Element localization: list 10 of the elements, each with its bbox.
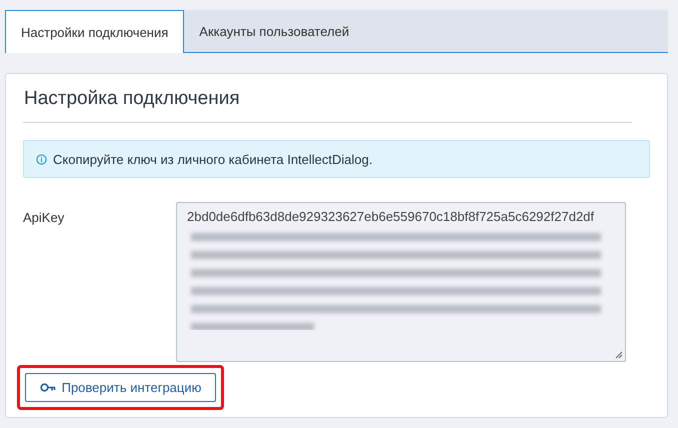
info-text: Скопируйте ключ из личного кабинета IntellectDialog.	[53, 152, 372, 166]
tab[interactable]: Настройки подключения	[5, 10, 184, 53]
info-icon	[36, 154, 47, 164]
tab[interactable]: Аккаунты пользователей	[184, 10, 364, 52]
field-label: ApiKey	[23, 209, 66, 227]
check-integration-button[interactable]: Проверить интеграцию	[25, 373, 216, 402]
panel-title: Настройка подключения	[23, 88, 632, 123]
api-key-field[interactable]: 2bd0de6dfb63d8de929323627eb6e559670c18bf8f725a5c6292f27d2df	[176, 202, 626, 362]
key-icon	[40, 383, 56, 392]
resize-grip-icon[interactable]	[615, 351, 623, 359]
